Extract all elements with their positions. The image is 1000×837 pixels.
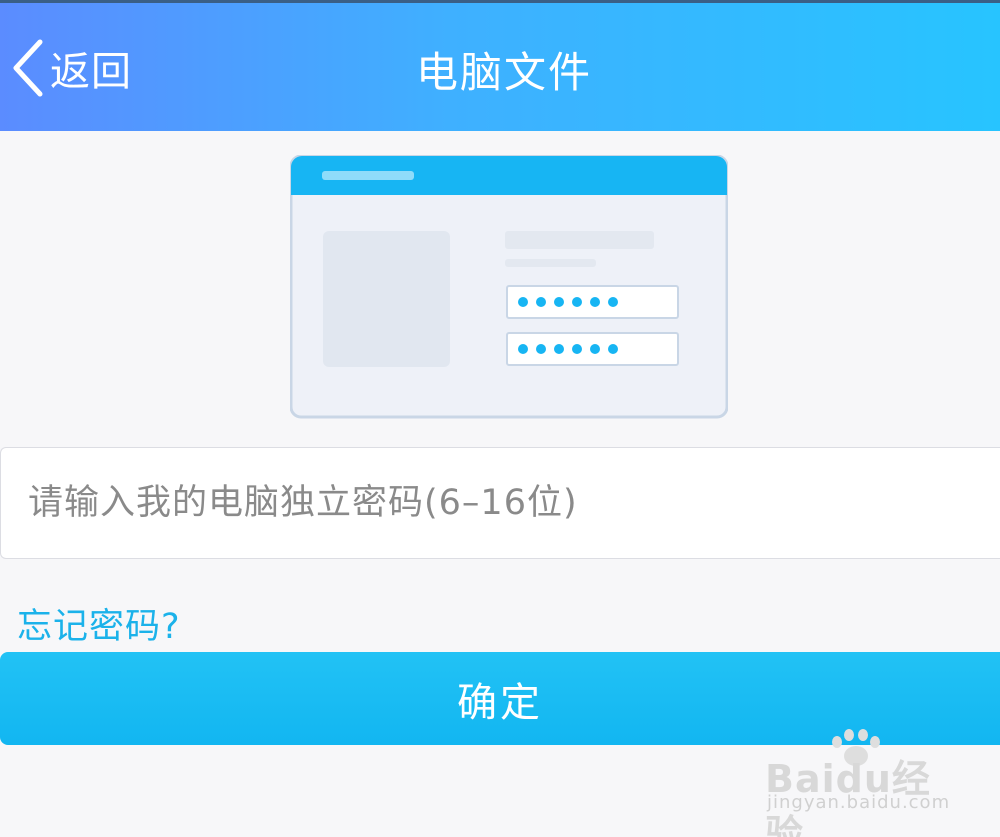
pc-login-illustration xyxy=(289,154,729,423)
forgot-password-link[interactable]: 忘记密码? xyxy=(17,598,181,649)
password-field-container xyxy=(0,447,1000,559)
page-title: 电脑文件 xyxy=(415,48,592,97)
watermark-url: jingyan.baidu.com xyxy=(767,792,951,813)
page: 返回 电脑文件 忘记密码? 确定 Baidu经验 jingyan.baidu.c… xyxy=(0,0,1000,837)
password-input[interactable] xyxy=(1,448,1000,558)
nav-header: 返回 电脑文件 xyxy=(0,3,1000,131)
baidu-watermark: Baidu经验 jingyan.baidu.com xyxy=(765,728,965,837)
